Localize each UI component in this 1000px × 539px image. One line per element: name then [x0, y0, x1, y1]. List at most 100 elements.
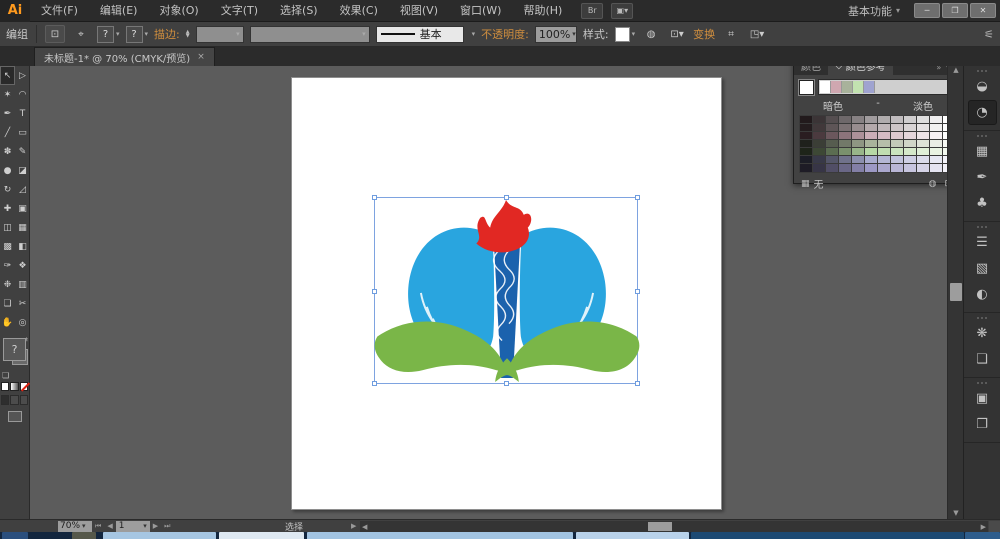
harmony-swatch-4[interactable]	[864, 81, 875, 93]
dock-grip[interactable]	[964, 68, 1000, 73]
stroke-weight-stepper[interactable]: ▲▼	[186, 30, 190, 38]
vertical-scrollbar[interactable]: ▲ ▼	[947, 66, 963, 519]
variation-swatch-3-4[interactable]	[852, 140, 865, 148]
variation-swatch-0-7[interactable]	[891, 116, 904, 124]
scale-tool[interactable]: ◿	[15, 180, 30, 199]
taskbar-item-4[interactable]	[307, 532, 573, 539]
stroke-link[interactable]: 描边:	[154, 26, 180, 42]
variation-swatch-4-4[interactable]	[852, 148, 865, 156]
taskbar-item-0[interactable]	[2, 532, 28, 539]
harmony-swatch-0[interactable]	[820, 81, 831, 93]
width-tool[interactable]: ✚	[0, 199, 15, 218]
variation-swatch-2-8[interactable]	[904, 132, 917, 140]
horizontal-scrollbar[interactable]: ◀ ▶	[360, 521, 988, 532]
arrange-documents-icon[interactable]: ▣▾	[611, 3, 633, 19]
gradient-tool[interactable]: ◧	[15, 237, 30, 256]
color-mode-button[interactable]	[1, 382, 9, 391]
variation-swatch-6-0[interactable]	[800, 164, 813, 172]
variation-swatch-2-4[interactable]	[852, 132, 865, 140]
minimize-button[interactable]: ─	[914, 3, 940, 18]
artboard-number-field[interactable]: 1▾	[116, 521, 150, 532]
brush-definition-dropdown[interactable]: ▾	[250, 26, 370, 43]
variation-swatch-5-8[interactable]	[904, 156, 917, 164]
eyedropper-tool[interactable]: ✑	[0, 256, 15, 275]
next-artboard-icon[interactable]: ▶	[150, 522, 161, 530]
variation-swatch-1-2[interactable]	[826, 124, 839, 132]
default-fill-stroke-icon[interactable]: ❏	[2, 371, 9, 380]
restore-button[interactable]: ❐	[942, 3, 968, 18]
harmony-swatch-2[interactable]	[842, 81, 853, 93]
recolor-artwork-icon[interactable]: ◍	[641, 25, 661, 43]
selection-handle-w[interactable]	[372, 289, 377, 294]
layers-panel-icon[interactable]: ▣	[968, 386, 997, 411]
variation-swatch-3-2[interactable]	[826, 140, 839, 148]
logo-artwork[interactable]	[375, 198, 637, 383]
variation-swatch-6-7[interactable]	[891, 164, 904, 172]
variation-swatch-6-5[interactable]	[865, 164, 878, 172]
graphic-styles-panel-icon[interactable]: ❑	[968, 347, 997, 372]
variation-swatch-0-2[interactable]	[826, 116, 839, 124]
screen-mode-button[interactable]	[8, 411, 22, 422]
variation-swatch-2-6[interactable]	[878, 132, 891, 140]
limit-color-group-icon[interactable]: ▦	[801, 179, 810, 189]
symbol-sprayer-tool[interactable]: ❉	[0, 275, 15, 294]
bridge-icon[interactable]: Br	[581, 3, 603, 19]
column-graph-tool[interactable]: ▥	[15, 275, 30, 294]
variation-swatch-6-2[interactable]	[826, 164, 839, 172]
variation-swatch-5-0[interactable]	[800, 156, 813, 164]
draw-inside-button[interactable]	[20, 395, 28, 405]
variation-swatch-grid[interactable]	[799, 115, 947, 173]
variation-swatch-5-9[interactable]	[917, 156, 930, 164]
workspace-switcher[interactable]: 基本功能 ▾	[848, 3, 900, 19]
variation-swatch-2-1[interactable]	[813, 132, 826, 140]
variation-swatch-4-3[interactable]	[839, 148, 852, 156]
menu-item-0[interactable]: 文件(F)	[30, 0, 89, 22]
variation-swatch-1-5[interactable]	[865, 124, 878, 132]
variation-swatch-1-8[interactable]	[904, 124, 917, 132]
variation-swatch-4-10[interactable]	[930, 148, 943, 156]
variation-swatch-5-2[interactable]	[826, 156, 839, 164]
variation-swatch-5-10[interactable]	[930, 156, 943, 164]
control-panel-menu-icon[interactable]: ⚟	[984, 28, 994, 41]
horizontal-scroll-thumb[interactable]	[648, 522, 672, 531]
variation-swatch-0-3[interactable]	[839, 116, 852, 124]
collapse-panel-icon[interactable]: »	[936, 66, 941, 72]
variation-swatch-1-9[interactable]	[917, 124, 930, 132]
slice-tool[interactable]: ✂	[15, 294, 30, 313]
variation-swatch-4-8[interactable]	[904, 148, 917, 156]
transparency-panel-icon[interactable]: ◐	[968, 282, 997, 307]
shape-builder-tool[interactable]: ◫	[0, 218, 15, 237]
taskbar-item-2[interactable]	[103, 532, 216, 539]
color-guide-panel-icon[interactable]: ◔	[968, 100, 997, 125]
menu-item-4[interactable]: 选择(S)	[269, 0, 329, 22]
lasso-tool[interactable]: ◠	[15, 85, 30, 104]
menu-item-5[interactable]: 效果(C)	[329, 0, 389, 22]
selection-handle-e[interactable]	[635, 289, 640, 294]
variation-swatch-4-2[interactable]	[826, 148, 839, 156]
variation-swatch-2-0[interactable]	[800, 132, 813, 140]
artboard-tool[interactable]: ❏	[0, 294, 15, 313]
variation-swatch-4-9[interactable]	[917, 148, 930, 156]
scroll-right-icon[interactable]: ▶	[981, 523, 986, 531]
variation-swatch-2-10[interactable]	[930, 132, 943, 140]
variation-swatch-0-6[interactable]	[878, 116, 891, 124]
menu-item-8[interactable]: 帮助(H)	[512, 0, 573, 22]
variation-swatch-2-5[interactable]	[865, 132, 878, 140]
variation-swatch-4-6[interactable]	[878, 148, 891, 156]
free-transform-tool[interactable]: ▣	[15, 199, 30, 218]
pencil-tool[interactable]: ✎	[15, 142, 30, 161]
hand-tool[interactable]: ✋	[0, 313, 15, 332]
variation-swatch-6-6[interactable]	[878, 164, 891, 172]
harmony-rules-dropdown[interactable]: ▾	[818, 79, 947, 95]
symbols-panel-icon[interactable]: ♣	[968, 191, 997, 216]
scroll-down-icon[interactable]: ▼	[948, 509, 964, 519]
variation-swatch-6-9[interactable]	[917, 164, 930, 172]
selection-handle-sw[interactable]	[372, 381, 377, 386]
gradient-panel-icon[interactable]: ▧	[968, 256, 997, 281]
selection-handle-se[interactable]	[635, 381, 640, 386]
last-artboard-icon[interactable]: ⏭	[161, 522, 173, 531]
taskbar-item-3[interactable]	[219, 532, 304, 539]
document-tab[interactable]: 未标题-1* @ 70% (CMYK/预览) ×	[34, 47, 215, 66]
stroke-color-selector[interactable]: ?▾	[126, 26, 149, 43]
variation-swatch-3-1[interactable]	[813, 140, 826, 148]
